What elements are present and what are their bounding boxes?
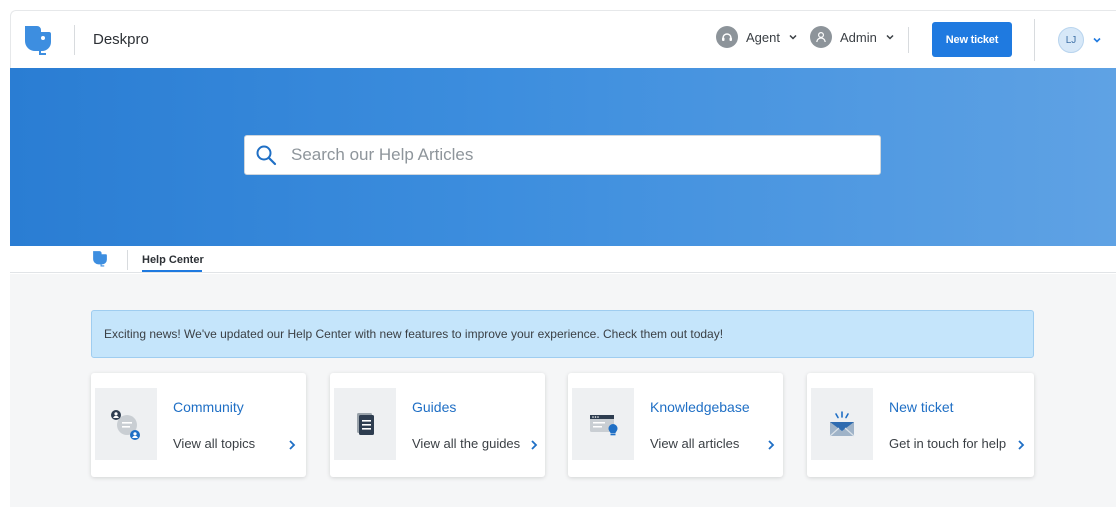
community-card[interactable]: Community View all topics	[91, 373, 306, 477]
chevron-right-icon[interactable]	[288, 439, 296, 451]
top-bar: Deskpro Agent Admin New ticket LJ	[10, 10, 1116, 68]
knowledgebase-card[interactable]: Knowledgebase View all articles	[568, 373, 783, 477]
chevron-right-icon[interactable]	[1017, 439, 1025, 451]
announcement-text: Exciting news! We've updated our Help Ce…	[104, 327, 724, 341]
header-divider	[908, 27, 909, 53]
card-link[interactable]: View all topics	[173, 436, 255, 451]
card-icon-box	[334, 388, 396, 460]
search-box[interactable]	[244, 135, 881, 175]
chevron-down-icon	[789, 34, 797, 40]
subnav-divider	[127, 250, 128, 270]
header-divider	[74, 25, 75, 55]
card-icon-box	[95, 388, 157, 460]
active-tab-indicator	[142, 270, 202, 272]
card-title[interactable]: Knowledgebase	[650, 399, 750, 415]
main-content: Exciting news! We've updated our Help Ce…	[10, 274, 1116, 507]
document-icon	[357, 413, 374, 435]
admin-menu[interactable]: Admin	[810, 26, 895, 48]
card-title[interactable]: New ticket	[889, 399, 954, 415]
header-divider	[1034, 19, 1035, 61]
tab-help-center[interactable]: Help Center	[142, 254, 204, 266]
announcement-banner: Exciting news! We've updated our Help Ce…	[91, 310, 1034, 358]
card-title[interactable]: Community	[173, 399, 244, 415]
card-link[interactable]: View all the guides	[412, 436, 520, 451]
chevron-down-icon[interactable]	[1092, 35, 1102, 45]
brand-name[interactable]: Deskpro	[93, 31, 149, 48]
chevron-down-icon	[886, 34, 894, 40]
agent-label: Agent	[746, 29, 780, 45]
new-ticket-card[interactable]: New ticket Get in touch for help	[807, 373, 1034, 477]
sub-navigation: Help Center	[10, 246, 1116, 273]
headset-icon	[716, 26, 738, 48]
card-link[interactable]: Get in touch for help	[889, 436, 1006, 451]
hero-banner	[10, 68, 1116, 246]
community-icon	[111, 410, 140, 440]
search-icon	[256, 145, 277, 166]
guides-card[interactable]: Guides View all the guides	[330, 373, 545, 477]
admin-user-icon	[810, 26, 832, 48]
search-input[interactable]	[291, 145, 851, 165]
agent-menu[interactable]: Agent	[716, 26, 798, 48]
chevron-right-icon[interactable]	[530, 439, 538, 451]
card-icon-box	[811, 388, 873, 460]
card-icon-box	[572, 388, 634, 460]
envelope-icon	[829, 411, 855, 437]
new-ticket-button[interactable]: New ticket	[932, 22, 1012, 57]
card-link[interactable]: View all articles	[650, 436, 739, 451]
deskpro-logo-icon[interactable]	[91, 249, 109, 267]
chevron-right-icon[interactable]	[767, 439, 775, 451]
deskpro-logo-icon[interactable]	[21, 22, 55, 56]
user-avatar[interactable]: LJ	[1058, 27, 1084, 53]
card-title[interactable]: Guides	[412, 399, 456, 415]
admin-label: Admin	[840, 29, 877, 45]
knowledgebase-icon	[590, 415, 618, 436]
